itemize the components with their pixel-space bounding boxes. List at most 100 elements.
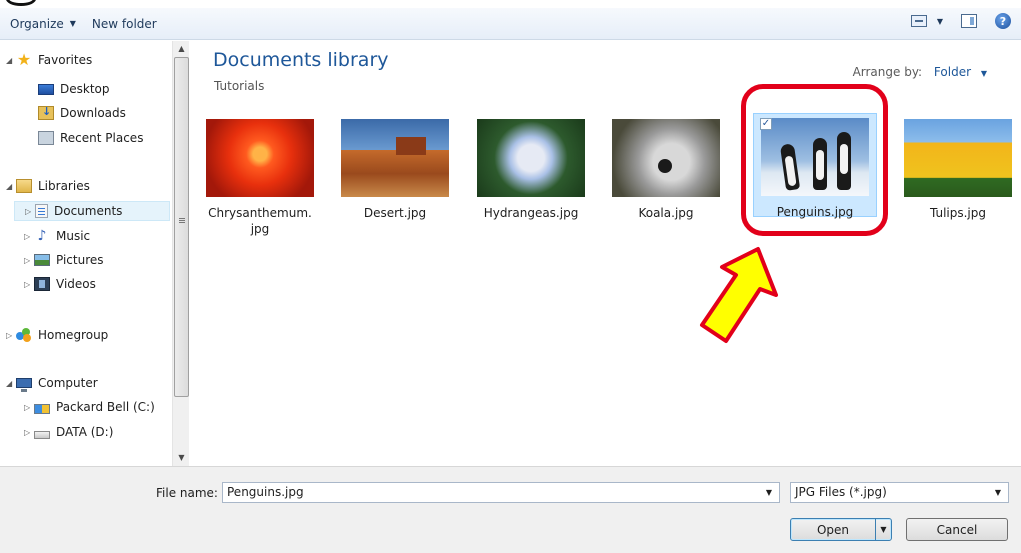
nav-libraries[interactable]: ◢ Libraries — [6, 176, 90, 196]
file-tile-koala[interactable]: Koala.jpg — [604, 115, 728, 221]
nav-item-documents[interactable]: ▷ Documents — [14, 201, 170, 221]
open-button[interactable]: Open ▼ — [790, 518, 892, 541]
nav-item-label: Videos — [56, 277, 96, 291]
desert-thumbnail — [341, 119, 449, 197]
preview-pane-icon[interactable] — [961, 14, 977, 28]
penguins-thumbnail — [761, 118, 869, 196]
file-tile-chrysanthemum[interactable]: Chrysanthemum. jpg — [198, 115, 322, 237]
nav-computer[interactable]: ◢ Computer — [6, 373, 98, 393]
file-name-line: Chrysanthemum. — [208, 206, 312, 220]
koala-thumbnail — [612, 119, 720, 197]
file-tile-hydrangeas[interactable]: Hydrangeas.jpg — [469, 115, 593, 221]
collapsed-triangle-icon[interactable]: ▷ — [6, 331, 16, 340]
collapsed-triangle-icon[interactable]: ▷ — [24, 403, 34, 412]
nav-libraries-label: Libraries — [38, 179, 90, 193]
nav-item-downloads[interactable]: Downloads — [38, 103, 126, 123]
nav-item-label: Documents — [54, 204, 123, 218]
nav-computer-label: Computer — [38, 376, 98, 390]
library-subtitle: Tutorials — [214, 79, 265, 93]
collapsed-triangle-icon[interactable]: ▷ — [24, 280, 34, 289]
file-name-value: Penguins.jpg — [227, 485, 304, 499]
desktop-icon — [38, 83, 54, 95]
star-icon: ★ — [16, 50, 32, 69]
nav-item-label: Desktop — [60, 82, 110, 96]
collapsed-triangle-icon[interactable]: ▷ — [25, 207, 35, 216]
nav-item-label: Packard Bell (C:) — [56, 400, 155, 414]
expanded-triangle-icon[interactable]: ◢ — [6, 56, 16, 65]
file-name: Tulips.jpg — [929, 206, 987, 220]
change-view-icon[interactable] — [910, 15, 927, 27]
scroll-down-icon[interactable]: ▼ — [173, 450, 190, 466]
nav-favorites[interactable]: ◢ ★ Favorites — [6, 50, 92, 70]
computer-icon — [16, 378, 32, 392]
file-tile-tulips[interactable]: Tulips.jpg — [896, 115, 1020, 221]
file-name-label: File name: — [156, 486, 218, 500]
file-name-input[interactable]: Penguins.jpg ▼ — [222, 482, 780, 503]
file-type-value: JPG Files (*.jpg) — [795, 485, 887, 499]
expanded-triangle-icon[interactable]: ◢ — [6, 379, 16, 388]
open-options-chevron-icon[interactable]: ▼ — [875, 519, 891, 540]
nav-item-label: Pictures — [56, 253, 104, 267]
nav-item-drive-d[interactable]: ▷ DATA (D:) — [24, 422, 113, 442]
file-name: Koala.jpg — [638, 206, 694, 220]
pictures-icon — [34, 254, 50, 266]
nav-item-drive-c[interactable]: ▷ Packard Bell (C:) — [24, 397, 155, 417]
cancel-button-label: Cancel — [936, 522, 978, 537]
file-type-select[interactable]: JPG Files (*.jpg) ▼ — [790, 482, 1009, 503]
dialog-footer: File name: Penguins.jpg ▼ JPG Files (*.j… — [0, 466, 1021, 553]
scroll-up-icon[interactable]: ▲ — [173, 41, 190, 57]
new-folder-button[interactable]: New folder — [84, 13, 165, 35]
nav-scrollbar[interactable]: ▲ ▼ — [172, 41, 189, 466]
arrange-by-label: Arrange by: — [852, 65, 923, 79]
downloads-icon — [38, 105, 54, 120]
expanded-triangle-icon[interactable]: ◢ — [6, 182, 16, 191]
chevron-down-icon[interactable]: ▼ — [759, 483, 779, 502]
scroll-thumb[interactable] — [174, 57, 189, 397]
navigation-pane: ◢ ★ Favorites Desktop Downloads Recent P… — [0, 41, 172, 466]
arrange-by-value: Folder — [933, 65, 972, 79]
cancel-button[interactable]: Cancel — [906, 518, 1008, 541]
file-list-pane: Documents library Tutorials Arrange by: … — [190, 41, 1021, 466]
homegroup-icon — [16, 328, 32, 342]
toolbar: Organize ▼ New folder ▼ ? — [0, 8, 1021, 40]
nav-item-label: Downloads — [60, 106, 126, 120]
arrange-by: Arrange by: Folder ▼ — [853, 65, 987, 79]
recent-places-icon — [38, 131, 54, 145]
app-logo — [0, 0, 200, 8]
chevron-down-icon[interactable]: ▼ — [988, 483, 1008, 502]
help-icon[interactable]: ? — [995, 13, 1011, 29]
drive-d-icon — [34, 430, 50, 439]
file-name: Chrysanthemum. jpg — [198, 205, 322, 237]
collapsed-triangle-icon[interactable]: ▷ — [24, 232, 34, 241]
checkbox-checked-icon[interactable]: ✓ — [760, 118, 772, 130]
file-tile-penguins[interactable]: ✓ Penguins.jpg — [753, 113, 877, 219]
collapsed-triangle-icon[interactable]: ▷ — [24, 256, 34, 265]
libraries-icon — [16, 179, 32, 193]
nav-item-videos[interactable]: ▷ Videos — [24, 274, 96, 294]
nav-item-label: Music — [56, 229, 91, 243]
drive-c-icon — [34, 404, 50, 414]
nav-item-desktop[interactable]: Desktop — [38, 79, 110, 99]
open-button-label: Open — [816, 522, 850, 537]
pointer-arrow-icon — [700, 247, 778, 343]
nav-item-music[interactable]: ▷ ♪ Music — [24, 226, 90, 246]
collapsed-triangle-icon[interactable]: ▷ — [24, 428, 34, 437]
chevron-down-icon: ▼ — [69, 19, 76, 28]
nav-item-pictures[interactable]: ▷ Pictures — [24, 250, 104, 270]
arrange-by-dropdown[interactable]: Folder ▼ — [934, 65, 987, 79]
file-tile-desert[interactable]: Desert.jpg — [333, 115, 457, 221]
chevron-down-icon: ▼ — [980, 69, 987, 78]
nav-homegroup[interactable]: ▷ Homegroup — [6, 325, 108, 345]
nav-item-recent-places[interactable]: Recent Places — [38, 128, 143, 148]
view-options-chevron-icon[interactable]: ▼ — [937, 17, 943, 26]
new-folder-label: New folder — [91, 16, 157, 31]
tulips-thumbnail — [904, 119, 1012, 197]
nav-item-label: DATA (D:) — [56, 425, 114, 439]
organize-label: Organize — [10, 16, 64, 31]
documents-icon — [35, 204, 48, 218]
library-title: Documents library — [213, 49, 389, 71]
organize-button[interactable]: Organize ▼ — [2, 13, 84, 35]
hydrangeas-thumbnail — [477, 119, 585, 197]
nav-homegroup-label: Homegroup — [38, 328, 109, 342]
nav-item-label: Recent Places — [60, 131, 144, 145]
